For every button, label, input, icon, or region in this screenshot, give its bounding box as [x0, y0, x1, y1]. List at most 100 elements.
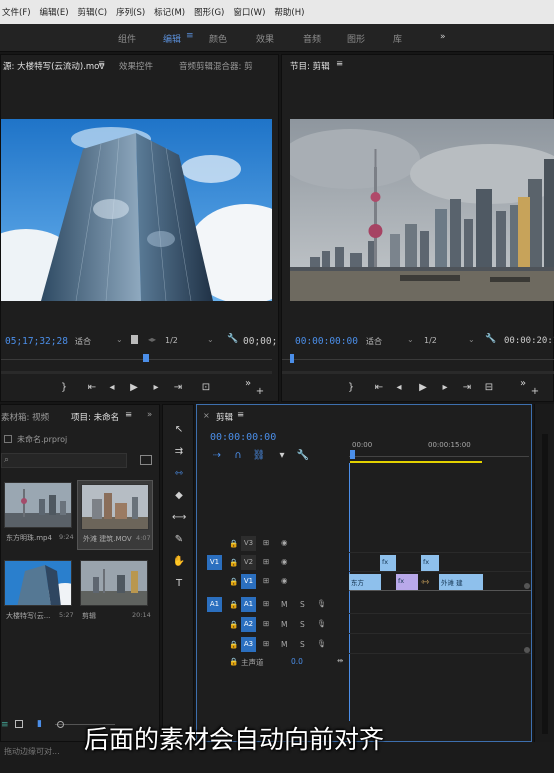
- sync-lock-icon[interactable]: ⊞: [263, 639, 269, 648]
- work-area-bar[interactable]: [350, 461, 482, 463]
- project-menu-icon[interactable]: ≡: [125, 410, 132, 420]
- menu-sequence[interactable]: 序列(S): [116, 6, 145, 18]
- track-area[interactable]: fx fx 东方 fx 外滩 建 ⇿: [349, 535, 531, 665]
- program-step-forward-icon[interactable]: ▸: [438, 381, 452, 395]
- track-row-a3[interactable]: [349, 635, 531, 654]
- workspace-tab-effects[interactable]: 效果: [256, 32, 274, 45]
- source-resolution-chevron-icon[interactable]: ⌄: [207, 335, 214, 344]
- sync-lock-icon[interactable]: ⊞: [263, 619, 269, 628]
- selection-tool-icon[interactable]: ↖: [172, 423, 186, 437]
- clip-thumbnail[interactable]: [80, 560, 148, 606]
- clip-thumbnail[interactable]: [81, 484, 149, 530]
- timeline-vertical-scrollbar[interactable]: [524, 465, 530, 715]
- mute-button[interactable]: M: [281, 620, 287, 629]
- eye-icon[interactable]: ◉: [281, 538, 288, 547]
- program-go-to-out-icon[interactable]: ⇥: [460, 381, 474, 395]
- icon-view-icon[interactable]: [15, 720, 23, 728]
- track-target-v2[interactable]: V2: [241, 555, 256, 570]
- source-menu-icon[interactable]: ≡: [98, 59, 105, 69]
- source-patch-v1[interactable]: V1: [207, 555, 222, 570]
- source-step-forward-icon[interactable]: ▸: [149, 381, 163, 395]
- lock-icon[interactable]: 🔒: [229, 600, 238, 609]
- program-playhead[interactable]: [290, 354, 294, 363]
- lock-icon[interactable]: 🔒: [229, 620, 238, 629]
- source-step-back-icon[interactable]: ◂: [105, 381, 119, 395]
- sync-lock-icon[interactable]: ⊞: [263, 557, 269, 566]
- program-resolution-chevron-icon[interactable]: ⌄: [468, 335, 475, 344]
- timeline-tab[interactable]: 剪辑: [216, 411, 233, 423]
- source-resolution-select[interactable]: 1/2: [165, 336, 178, 345]
- menu-graphics[interactable]: 图形(G): [194, 6, 224, 18]
- source-mark-out-icon[interactable]: }: [57, 381, 71, 395]
- program-go-to-in-icon[interactable]: ⇤: [372, 381, 386, 395]
- source-fit-select[interactable]: 适合: [75, 336, 91, 347]
- program-settings-wrench-icon[interactable]: 🔧: [485, 334, 496, 344]
- source-insert-icon[interactable]: ⊡: [199, 381, 213, 395]
- source-go-to-out-icon[interactable]: ⇥: [171, 381, 185, 395]
- workspace-tab-color[interactable]: 颜色: [209, 32, 227, 45]
- project-item[interactable]: 大楼特写(云... 5:27: [4, 560, 76, 625]
- project-tab[interactable]: 项目: 未命名: [71, 411, 119, 423]
- sync-lock-icon[interactable]: ⊞: [263, 538, 269, 547]
- clip-thumbnail[interactable]: [4, 560, 72, 606]
- menu-help[interactable]: 帮助(H): [274, 6, 304, 18]
- menu-window[interactable]: 窗口(W): [233, 6, 265, 18]
- program-timecode[interactable]: 00:00:00:00: [295, 336, 358, 347]
- microphone-icon[interactable]: 🎙: [317, 619, 327, 628]
- timeline-clip[interactable]: fx: [396, 574, 418, 590]
- source-zoom-bar[interactable]: [1, 371, 272, 374]
- lock-icon[interactable]: 🔒: [229, 577, 238, 586]
- track-target-v1[interactable]: V1: [241, 574, 256, 589]
- source-patch-a1[interactable]: A1: [207, 597, 222, 612]
- program-play-icon[interactable]: ▶: [416, 381, 430, 395]
- program-resolution-select[interactable]: 1/2: [424, 336, 437, 345]
- menu-clip[interactable]: 剪辑(C): [78, 6, 108, 18]
- workspace-tab-editing[interactable]: 编辑: [163, 32, 181, 45]
- snap-icon[interactable]: ∩: [231, 449, 245, 463]
- clip-thumbnail[interactable]: [4, 482, 72, 528]
- workspace-tab-libraries[interactable]: 库: [393, 32, 402, 45]
- track-row-v3[interactable]: [349, 535, 531, 553]
- program-mark-out-icon[interactable]: }: [344, 381, 358, 395]
- program-step-back-icon[interactable]: ◂: [392, 381, 406, 395]
- program-lift-icon[interactable]: ⊟: [482, 381, 496, 395]
- program-time-ruler[interactable]: [282, 353, 554, 367]
- eye-icon[interactable]: ◉: [281, 557, 288, 566]
- project-item-selected[interactable]: 外滩 建筑.MOV 4:07: [77, 480, 153, 550]
- master-end-icon[interactable]: ⇹: [337, 656, 343, 665]
- program-video-frame[interactable]: [290, 119, 554, 301]
- pen-tool-icon[interactable]: ✎: [172, 533, 186, 547]
- project-item[interactable]: 东方明珠.mp4 9:24: [4, 482, 76, 547]
- solo-button[interactable]: S: [300, 600, 305, 609]
- sync-lock-icon[interactable]: ⊞: [263, 599, 269, 608]
- track-row-a1[interactable]: [349, 595, 531, 614]
- source-time-ruler[interactable]: [1, 353, 272, 367]
- freeform-view-icon[interactable]: ▮: [37, 719, 42, 729]
- track-row-v2[interactable]: [349, 554, 531, 572]
- source-timecode[interactable]: 05;17;32;28: [5, 336, 68, 347]
- hand-tool-icon[interactable]: ✋: [172, 555, 186, 569]
- track-row-a2[interactable]: [349, 615, 531, 634]
- source-settings-wrench-icon[interactable]: 🔧: [227, 334, 238, 344]
- source-compare-icon[interactable]: ◂▸: [148, 335, 156, 344]
- project-more-icon[interactable]: »: [147, 410, 152, 420]
- project-search-input[interactable]: ⌕: [1, 453, 127, 468]
- source-play-icon[interactable]: ▶: [127, 381, 141, 395]
- menu-file[interactable]: 文件(F): [2, 6, 31, 18]
- timeline-settings-icon[interactable]: 🔧: [296, 449, 310, 463]
- program-fit-select[interactable]: 适合: [366, 336, 382, 347]
- program-zoom-bar[interactable]: [282, 371, 554, 374]
- solo-button[interactable]: S: [300, 620, 305, 629]
- timeline-clip[interactable]: 东方: [349, 574, 381, 590]
- timeline-playhead[interactable]: [350, 450, 355, 459]
- eye-icon[interactable]: ◉: [281, 576, 288, 585]
- master-volume[interactable]: 0.0: [291, 657, 303, 666]
- menu-edit[interactable]: 编辑(E): [40, 6, 69, 18]
- track-select-tool-icon[interactable]: ⇉: [172, 445, 186, 459]
- timeline-ruler[interactable]: [349, 451, 529, 457]
- lock-icon[interactable]: 🔒: [229, 657, 238, 666]
- close-icon[interactable]: ×: [203, 411, 210, 420]
- workspace-tab-graphics[interactable]: 图形: [347, 32, 365, 45]
- track-target-a3[interactable]: A3: [241, 637, 256, 652]
- microphone-icon[interactable]: 🎙: [317, 639, 327, 648]
